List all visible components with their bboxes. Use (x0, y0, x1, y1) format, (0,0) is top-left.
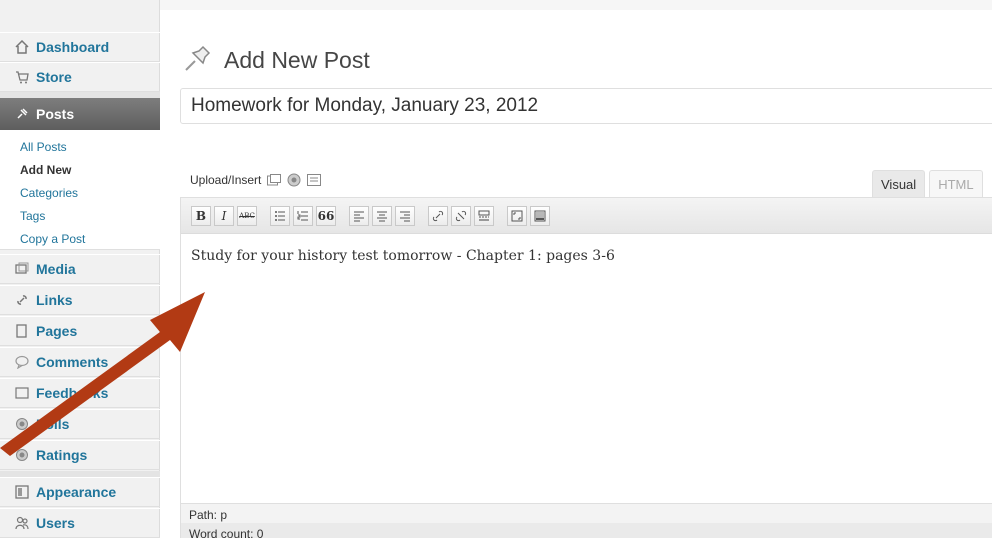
feedbacks-icon (14, 385, 30, 401)
bullet-list-button[interactable] (270, 205, 290, 226)
sidebar-item-polls[interactable]: Polls (0, 409, 160, 439)
align-center-icon (377, 211, 387, 221)
admin-header-bar (160, 0, 992, 10)
tab-visual[interactable]: Visual (872, 170, 926, 197)
sidebar-item-ratings[interactable]: Ratings (0, 440, 160, 470)
editor-content-area[interactable]: Study for your history test tomorrow - C… (181, 234, 992, 504)
strikethrough-button[interactable]: ABC (237, 205, 257, 226)
submenu-all-posts[interactable]: All Posts (0, 136, 160, 159)
align-left-icon (354, 211, 364, 221)
submenu-tags[interactable]: Tags (0, 205, 160, 228)
sidebar-item-posts[interactable]: Posts (0, 98, 160, 130)
align-left-button[interactable] (349, 205, 369, 226)
sidebar-item-label: Media (36, 261, 76, 277)
links-icon (14, 292, 30, 308)
sidebar-item-label: Comments (36, 354, 109, 370)
align-center-button[interactable] (372, 205, 392, 226)
pin-icon (14, 106, 30, 122)
tab-html[interactable]: HTML (929, 170, 983, 197)
admin-sidebar: Dashboard Store Posts All Posts Add New … (0, 0, 160, 538)
editor-path-bar: Path: p (181, 503, 992, 523)
sidebar-item-label: Feedbacks (36, 385, 109, 401)
post-editor: B I ABC 66 Study for your history test t… (180, 197, 992, 538)
page-title: Add New Post (224, 47, 370, 73)
upload-insert-bar: Upload/Insert (190, 173, 322, 187)
unlink-icon (455, 210, 467, 221)
sidebar-item-dashboard[interactable]: Dashboard (0, 32, 160, 62)
fullscreen-button[interactable] (507, 205, 527, 226)
sidebar-item-label: Links (36, 292, 73, 308)
editor-toolbar: B I ABC 66 (181, 198, 992, 234)
align-right-icon (400, 211, 410, 221)
word-count: Word count: 0 (181, 523, 992, 538)
sidebar-item-label: Ratings (36, 447, 88, 463)
numbered-list-button[interactable] (293, 205, 313, 226)
path-element-link[interactable]: p (220, 508, 227, 522)
polls-icon (14, 416, 30, 432)
sidebar-item-label: Appearance (36, 484, 117, 500)
insert-more-button[interactable] (474, 205, 494, 226)
submenu-copy-a-post[interactable]: Copy a Post (0, 228, 160, 251)
sidebar-item-label: Users (36, 515, 75, 531)
media-icon (14, 261, 30, 277)
sidebar-item-store[interactable]: Store (0, 62, 160, 92)
page-header: Add New Post (182, 42, 370, 79)
store-icon (14, 69, 30, 85)
submenu-categories[interactable]: Categories (0, 182, 160, 205)
upload-insert-label: Upload/Insert (190, 173, 262, 187)
dashboard-icon (14, 39, 30, 55)
more-icon (478, 210, 490, 221)
sidebar-item-media[interactable]: Media (0, 254, 160, 284)
comments-icon (14, 354, 30, 370)
pin-icon (182, 42, 214, 79)
editor-mode-tabs: Visual HTML (868, 170, 983, 197)
sidebar-item-label: Posts (36, 106, 75, 122)
sidebar-item-appearance[interactable]: Appearance (0, 477, 160, 507)
bold-button[interactable]: B (191, 205, 211, 226)
sidebar-item-label: Pages (36, 323, 78, 339)
post-title-input[interactable] (180, 88, 992, 124)
sidebar-item-pages[interactable]: Pages (0, 316, 160, 346)
path-label: Path: (189, 508, 218, 522)
sidebar-item-label: Store (36, 69, 72, 85)
fullscreen-icon (511, 210, 523, 221)
ratings-icon (14, 447, 30, 463)
bullet-list-icon (275, 210, 285, 221)
posts-submenu: All Posts Add New Categories Tags Copy a… (0, 130, 160, 250)
numbered-list-icon (297, 210, 308, 220)
sidebar-item-comments[interactable]: Comments (0, 347, 160, 377)
link-icon (432, 210, 444, 221)
sidebar-item-feedbacks[interactable]: Feedbacks (0, 378, 160, 408)
align-right-button[interactable] (395, 205, 415, 226)
italic-button[interactable]: I (214, 205, 234, 226)
kitchen-sink-icon (534, 210, 546, 221)
appearance-icon (14, 484, 30, 500)
sidebar-item-users[interactable]: Users (0, 508, 160, 538)
insert-link-button[interactable] (428, 205, 448, 226)
blockquote-button[interactable]: 66 (316, 205, 336, 226)
add-form-icon[interactable] (307, 174, 322, 186)
sidebar-item-links[interactable]: Links (0, 285, 160, 315)
submenu-add-new[interactable]: Add New (0, 159, 160, 182)
sidebar-item-label: Dashboard (36, 39, 110, 55)
add-media-icon[interactable] (287, 173, 301, 187)
kitchen-sink-button[interactable] (530, 205, 550, 226)
unlink-button[interactable] (451, 205, 471, 226)
pages-icon (14, 323, 30, 339)
add-image-icon[interactable] (267, 174, 282, 186)
users-icon (14, 515, 30, 531)
sidebar-item-label: Polls (36, 416, 70, 432)
